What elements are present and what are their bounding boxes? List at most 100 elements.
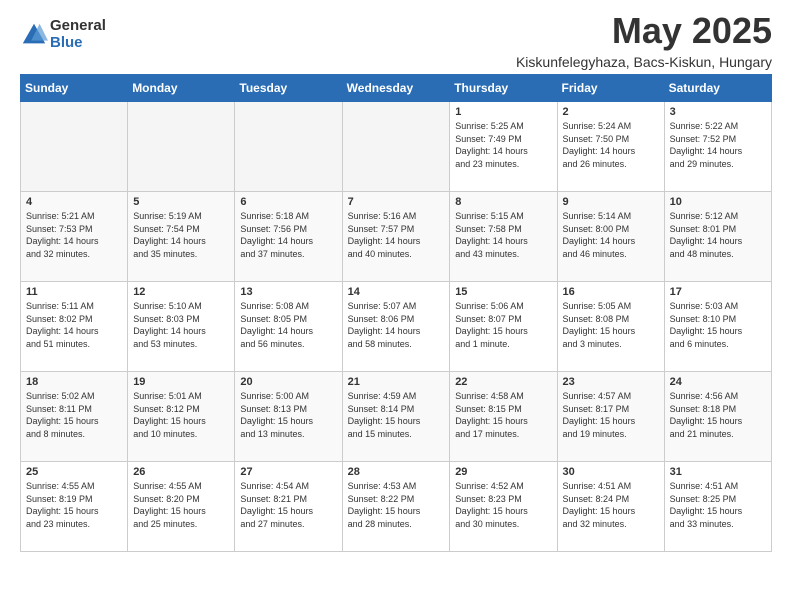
logo-icon: [20, 21, 48, 49]
calendar-cell: 2 Sunrise: 5:24 AM Sunset: 7:50 PM Daylig…: [557, 102, 664, 192]
calendar-cell: 22 Sunrise: 4:58 AM Sunset: 8:15 PM Dayli…: [450, 372, 557, 462]
day-number: 11: [26, 286, 122, 298]
calendar-cell: 17Sunrise: 5:03 AM Sunset: 8:10 PM Dayli…: [664, 282, 771, 372]
day-number: 13: [240, 286, 336, 298]
day-number: 20: [240, 376, 336, 388]
day-number: 12: [133, 286, 229, 298]
day-number: 9: [563, 196, 659, 208]
day-number: 6: [240, 196, 336, 208]
logo: General Blue: [20, 18, 106, 51]
day-number: 8: [455, 196, 551, 208]
calendar-cell: 9 Sunrise: 5:14 AM Sunset: 8:00 PM Daylig…: [557, 192, 664, 282]
day-number: 22: [455, 376, 551, 388]
location-title: Kiskunfelegyhaza, Bacs-Kiskun, Hungary: [516, 54, 772, 70]
calendar-cell: 15 Sunrise: 5:06 AM Sunset: 8:07 PM Dayli…: [450, 282, 557, 372]
calendar-cell: 14 Sunrise: 5:07 AM Sunset: 8:06 PM Dayli…: [342, 282, 450, 372]
day-info: Sunrise: 4:56 AM Sunset: 8:18 PM Dayligh…: [670, 390, 766, 440]
calendar-cell: 27 Sunrise: 4:54 AM Sunset: 8:21 PM Dayli…: [235, 462, 342, 552]
weekday-header: Thursday: [450, 75, 557, 102]
day-info: Sunrise: 5:22 AM Sunset: 7:52 PM Dayligh…: [670, 120, 766, 170]
calendar-cell: 8 Sunrise: 5:15 AM Sunset: 7:58 PM Daylig…: [450, 192, 557, 282]
day-number: 23: [563, 376, 659, 388]
calendar-cell: 30 Sunrise: 4:51 AM Sunset: 8:24 PM Dayli…: [557, 462, 664, 552]
day-info: Sunrise: 4:54 AM Sunset: 8:21 PM Dayligh…: [240, 480, 336, 530]
day-number: 16: [563, 286, 659, 298]
day-number: 14: [348, 286, 445, 298]
day-info: Sunrise: 5:10 AM Sunset: 8:03 PM Dayligh…: [133, 300, 229, 350]
calendar-cell: 6Sunrise: 5:18 AM Sunset: 7:56 PM Daylig…: [235, 192, 342, 282]
day-number: 5: [133, 196, 229, 208]
day-number: 18: [26, 376, 122, 388]
calendar-cell: 10Sunrise: 5:12 AM Sunset: 8:01 PM Dayli…: [664, 192, 771, 282]
day-info: Sunrise: 5:02 AM Sunset: 8:11 PM Dayligh…: [26, 390, 122, 440]
logo-text: General Blue: [50, 18, 106, 51]
calendar-cell: 24Sunrise: 4:56 AM Sunset: 8:18 PM Dayli…: [664, 372, 771, 462]
day-number: 28: [348, 466, 445, 478]
day-info: Sunrise: 5:15 AM Sunset: 7:58 PM Dayligh…: [455, 210, 551, 260]
calendar-week-row: 1Sunrise: 5:25 AM Sunset: 7:49 PM Daylig…: [21, 102, 772, 192]
day-info: Sunrise: 5:16 AM Sunset: 7:57 PM Dayligh…: [348, 210, 445, 260]
day-number: 26: [133, 466, 229, 478]
day-number: 15: [455, 286, 551, 298]
weekday-header: Friday: [557, 75, 664, 102]
calendar-cell: 16Sunrise: 5:05 AM Sunset: 8:08 PM Dayli…: [557, 282, 664, 372]
calendar-cell: 11Sunrise: 5:11 AM Sunset: 8:02 PM Dayli…: [21, 282, 128, 372]
calendar-week-row: 11Sunrise: 5:11 AM Sunset: 8:02 PM Dayli…: [21, 282, 772, 372]
calendar-cell: 7 Sunrise: 5:16 AM Sunset: 7:57 PM Daylig…: [342, 192, 450, 282]
day-info: Sunrise: 5:01 AM Sunset: 8:12 PM Dayligh…: [133, 390, 229, 440]
day-info: Sunrise: 5:19 AM Sunset: 7:54 PM Dayligh…: [133, 210, 229, 260]
page-header: General Blue May 2025 Kiskunfelegyhaza, …: [20, 10, 772, 70]
day-info: Sunrise: 4:52 AM Sunset: 8:23 PM Dayligh…: [455, 480, 551, 530]
logo-blue-text: Blue: [50, 35, 106, 52]
day-number: 2: [563, 106, 659, 118]
day-info: Sunrise: 5:24 AM Sunset: 7:50 PM Dayligh…: [563, 120, 659, 170]
day-info: Sunrise: 4:55 AM Sunset: 8:19 PM Dayligh…: [26, 480, 122, 530]
calendar-cell: 19Sunrise: 5:01 AM Sunset: 8:12 PM Dayli…: [128, 372, 235, 462]
day-info: Sunrise: 4:51 AM Sunset: 8:25 PM Dayligh…: [670, 480, 766, 530]
calendar-cell: 1Sunrise: 5:25 AM Sunset: 7:49 PM Daylig…: [450, 102, 557, 192]
day-number: 31: [670, 466, 766, 478]
calendar-cell: 5 Sunrise: 5:19 AM Sunset: 7:54 PM Daylig…: [128, 192, 235, 282]
weekday-header: Tuesday: [235, 75, 342, 102]
title-block: May 2025 Kiskunfelegyhaza, Bacs-Kiskun, …: [516, 10, 772, 70]
calendar-cell: 18 Sunrise: 5:02 AM Sunset: 8:11 PM Dayli…: [21, 372, 128, 462]
day-info: Sunrise: 5:07 AM Sunset: 8:06 PM Dayligh…: [348, 300, 445, 350]
day-info: Sunrise: 5:03 AM Sunset: 8:10 PM Dayligh…: [670, 300, 766, 350]
day-number: 30: [563, 466, 659, 478]
weekday-header: Wednesday: [342, 75, 450, 102]
calendar-week-row: 18 Sunrise: 5:02 AM Sunset: 8:11 PM Dayli…: [21, 372, 772, 462]
calendar-cell: 29 Sunrise: 4:52 AM Sunset: 8:23 PM Dayli…: [450, 462, 557, 552]
logo-general-text: General: [50, 18, 106, 35]
day-info: Sunrise: 5:21 AM Sunset: 7:53 PM Dayligh…: [26, 210, 122, 260]
day-info: Sunrise: 5:06 AM Sunset: 8:07 PM Dayligh…: [455, 300, 551, 350]
calendar-cell: 25 Sunrise: 4:55 AM Sunset: 8:19 PM Dayli…: [21, 462, 128, 552]
calendar-cell: [235, 102, 342, 192]
day-number: 10: [670, 196, 766, 208]
weekday-header: Monday: [128, 75, 235, 102]
calendar-cell: 3 Sunrise: 5:22 AM Sunset: 7:52 PM Daylig…: [664, 102, 771, 192]
day-number: 21: [348, 376, 445, 388]
day-number: 7: [348, 196, 445, 208]
day-number: 25: [26, 466, 122, 478]
day-number: 3: [670, 106, 766, 118]
calendar-cell: 13Sunrise: 5:08 AM Sunset: 8:05 PM Dayli…: [235, 282, 342, 372]
calendar-cell: 20Sunrise: 5:00 AM Sunset: 8:13 PM Dayli…: [235, 372, 342, 462]
calendar-cell: 31 Sunrise: 4:51 AM Sunset: 8:25 PM Dayli…: [664, 462, 771, 552]
day-info: Sunrise: 4:58 AM Sunset: 8:15 PM Dayligh…: [455, 390, 551, 440]
day-number: 4: [26, 196, 122, 208]
day-number: 1: [455, 106, 551, 118]
calendar-week-row: 25 Sunrise: 4:55 AM Sunset: 8:19 PM Dayli…: [21, 462, 772, 552]
calendar-cell: [342, 102, 450, 192]
calendar-cell: [21, 102, 128, 192]
calendar-table: SundayMondayTuesdayWednesdayThursdayFrid…: [20, 74, 772, 552]
calendar-cell: 4 Sunrise: 5:21 AM Sunset: 7:53 PM Daylig…: [21, 192, 128, 282]
day-info: Sunrise: 4:51 AM Sunset: 8:24 PM Dayligh…: [563, 480, 659, 530]
day-number: 29: [455, 466, 551, 478]
weekday-header: Saturday: [664, 75, 771, 102]
day-info: Sunrise: 4:59 AM Sunset: 8:14 PM Dayligh…: [348, 390, 445, 440]
calendar-week-row: 4 Sunrise: 5:21 AM Sunset: 7:53 PM Daylig…: [21, 192, 772, 282]
day-number: 27: [240, 466, 336, 478]
calendar-cell: 21 Sunrise: 4:59 AM Sunset: 8:14 PM Dayli…: [342, 372, 450, 462]
day-info: Sunrise: 5:14 AM Sunset: 8:00 PM Dayligh…: [563, 210, 659, 260]
day-info: Sunrise: 4:53 AM Sunset: 8:22 PM Dayligh…: [348, 480, 445, 530]
